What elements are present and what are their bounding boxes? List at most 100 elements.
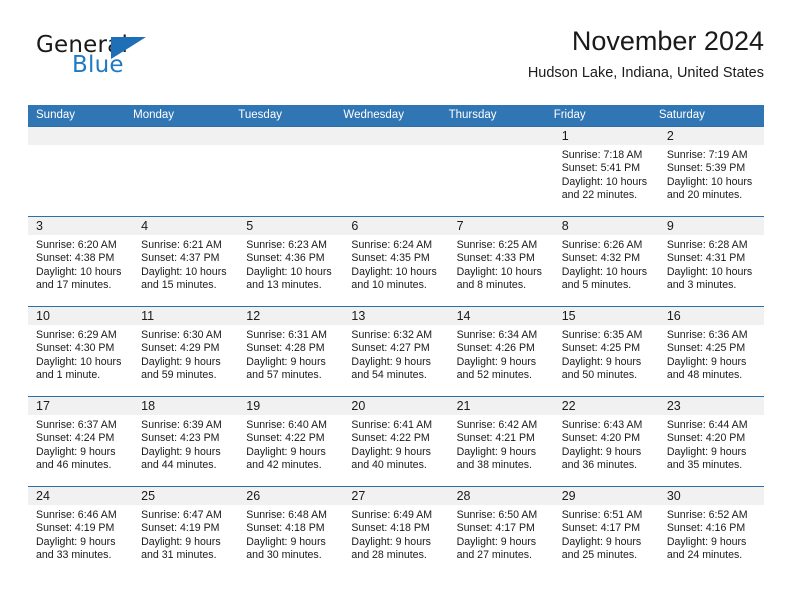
sunset-time: Sunset: 4:38 PM [36, 252, 115, 265]
sunset-time: Sunset: 5:41 PM [561, 162, 641, 175]
day-cell-inner: 18 Sunrise: 6:39 AM Sunset: 4:23 PM Dayligh… [133, 397, 239, 486]
day-cell-inner [238, 127, 344, 216]
daylight-duration: Daylight: 9 hours and 57 minutes. [246, 355, 326, 382]
day-cell-inner: 12 Sunrise: 6:31 AM Sunset: 4:28 PM Dayligh… [238, 307, 344, 396]
day-number: 12 [238, 307, 344, 325]
daylight-duration: Daylight: 9 hours and 27 minutes. [456, 535, 537, 562]
day-number: 4 [133, 217, 239, 235]
weekday-header-saturday: Saturday [658, 105, 764, 127]
weekday-header-row: Sunday Monday Tuesday Wednesday Thursday… [28, 105, 764, 127]
weekday-header-wednesday: Wednesday [343, 105, 449, 127]
daylight-duration: Daylight: 10 hours and 3 minutes. [666, 265, 753, 292]
day-number: 29 [553, 487, 659, 505]
calendar-day-cell[interactable]: 6 Sunrise: 6:24 AM Sunset: 4:35 PM Daylight… [343, 216, 449, 307]
sunrise-time: Sunrise: 6:32 AM [351, 329, 433, 341]
day-cell-inner: 28 Sunrise: 6:50 AM Sunset: 4:17 PM Dayligh… [448, 487, 554, 577]
day-number [28, 127, 134, 145]
calendar-day-cell[interactable]: 26 Sunrise: 6:48 AM Sunset: 4:18 PM Dayligh… [238, 486, 344, 577]
sunrise-time: Sunrise: 6:44 AM [666, 419, 748, 431]
day-cell-inner [133, 127, 239, 216]
calendar-day-cell[interactable]: 12 Sunrise: 6:31 AM Sunset: 4:28 PM Dayligh… [238, 306, 344, 397]
calendar-day-cell[interactable]: 30 Sunrise: 6:52 AM Sunset: 4:16 PM Dayligh… [658, 486, 764, 577]
calendar-day-cell[interactable]: 28 Sunrise: 6:50 AM Sunset: 4:17 PM Dayligh… [448, 486, 554, 577]
sunrise-time: Sunrise: 6:37 AM [36, 419, 117, 431]
daylight-duration: Daylight: 9 hours and 31 minutes. [141, 535, 221, 562]
calendar-day-cell[interactable]: 1 Sunrise: 7:18 AM Sunset: 5:41 PM Daylight… [553, 126, 659, 217]
daylight-duration: Daylight: 9 hours and 54 minutes. [351, 355, 431, 382]
day-number: 11 [133, 307, 239, 325]
sunset-time: Sunset: 4:18 PM [246, 522, 325, 535]
daylight-duration: Daylight: 9 hours and 44 minutes. [141, 445, 221, 472]
sunset-time: Sunset: 4:27 PM [351, 342, 430, 355]
calendar-day-cell[interactable]: 21 Sunrise: 6:42 AM Sunset: 4:21 PM Dayligh… [448, 396, 554, 487]
sunset-time: Sunset: 4:30 PM [36, 342, 115, 355]
calendar-day-cell[interactable]: 24 Sunrise: 6:46 AM Sunset: 4:19 PM Dayligh… [28, 486, 134, 577]
day-details: Sunrise: 6:42 AM Sunset: 4:21 PM Daylight:… [449, 415, 554, 473]
daylight-duration: Daylight: 9 hours and 30 minutes. [246, 535, 326, 562]
sunset-time: Sunset: 4:25 PM [666, 342, 746, 355]
calendar-day-cell[interactable]: 13 Sunrise: 6:32 AM Sunset: 4:27 PM Dayligh… [343, 306, 449, 397]
calendar-day-cell[interactable]: 5 Sunrise: 6:23 AM Sunset: 4:36 PM Daylight… [238, 216, 344, 307]
calendar-day-cell[interactable]: 17 Sunrise: 6:37 AM Sunset: 4:24 PM Dayligh… [28, 396, 134, 487]
calendar-day-cell[interactable]: 8 Sunrise: 6:26 AM Sunset: 4:32 PM Daylight… [553, 216, 659, 307]
daylight-duration: Daylight: 10 hours and 22 minutes. [561, 175, 648, 202]
day-number [343, 127, 449, 145]
daylight-duration: Daylight: 10 hours and 1 minute. [36, 355, 122, 382]
calendar-day-cell[interactable]: 11 Sunrise: 6:30 AM Sunset: 4:29 PM Dayligh… [133, 306, 239, 397]
calendar-day-cell[interactable]: 18 Sunrise: 6:39 AM Sunset: 4:23 PM Dayligh… [133, 396, 239, 487]
calendar-day-cell[interactable]: 2 Sunrise: 7:19 AM Sunset: 5:39 PM Daylight… [658, 126, 764, 217]
calendar-day-cell[interactable]: 15 Sunrise: 6:35 AM Sunset: 4:25 PM Dayligh… [553, 306, 659, 397]
calendar-day-cell[interactable]: 3 Sunrise: 6:20 AM Sunset: 4:38 PM Daylight… [28, 216, 134, 307]
day-number: 21 [448, 397, 554, 415]
sunset-time: Sunset: 4:28 PM [246, 342, 325, 355]
calendar-day-cell[interactable]: 14 Sunrise: 6:34 AM Sunset: 4:26 PM Dayligh… [448, 306, 554, 397]
calendar-day-cell[interactable]: 4 Sunrise: 6:21 AM Sunset: 4:37 PM Daylight… [133, 216, 239, 307]
sunrise-time: Sunrise: 6:28 AM [666, 239, 748, 251]
day-details: Sunrise: 6:20 AM Sunset: 4:38 PM Daylight:… [28, 235, 133, 293]
calendar-day-cell[interactable]: 22 Sunrise: 6:43 AM Sunset: 4:20 PM Dayligh… [553, 396, 659, 487]
day-number: 9 [658, 217, 764, 235]
calendar-week-row: 10 Sunrise: 6:29 AM Sunset: 4:30 PM Dayligh… [28, 306, 764, 397]
sunrise-time: Sunrise: 6:23 AM [246, 239, 327, 251]
sunset-time: Sunset: 4:17 PM [456, 522, 535, 535]
day-details: Sunrise: 7:19 AM Sunset: 5:39 PM Daylight:… [659, 145, 764, 203]
sunset-time: Sunset: 5:39 PM [666, 162, 746, 175]
calendar-day-cell[interactable]: 20 Sunrise: 6:41 AM Sunset: 4:22 PM Dayligh… [343, 396, 449, 487]
day-number: 5 [238, 217, 344, 235]
day-details: Sunrise: 6:28 AM Sunset: 4:31 PM Daylight:… [659, 235, 764, 293]
calendar-day-cell[interactable]: 29 Sunrise: 6:51 AM Sunset: 4:17 PM Dayligh… [553, 486, 659, 577]
day-cell-inner: 17 Sunrise: 6:37 AM Sunset: 4:24 PM Dayligh… [28, 397, 134, 486]
calendar-day-cell[interactable]: 16 Sunrise: 6:36 AM Sunset: 4:25 PM Dayligh… [658, 306, 764, 397]
day-cell-inner: 26 Sunrise: 6:48 AM Sunset: 4:18 PM Dayligh… [238, 487, 344, 577]
day-details: Sunrise: 6:50 AM Sunset: 4:17 PM Daylight:… [449, 505, 554, 563]
day-details: Sunrise: 6:24 AM Sunset: 4:35 PM Daylight:… [343, 235, 448, 293]
calendar-day-cell[interactable]: 25 Sunrise: 6:47 AM Sunset: 4:19 PM Dayligh… [133, 486, 239, 577]
sunset-time: Sunset: 4:22 PM [351, 432, 430, 445]
calendar-day-cell[interactable]: 27 Sunrise: 6:49 AM Sunset: 4:18 PM Dayligh… [343, 486, 449, 577]
page-subtitle-location: Hudson Lake, Indiana, United States [527, 65, 764, 82]
calendar-day-cell[interactable]: 9 Sunrise: 6:28 AM Sunset: 4:31 PM Daylight… [658, 216, 764, 307]
sunset-time: Sunset: 4:21 PM [456, 432, 535, 445]
calendar-week-row: 17 Sunrise: 6:37 AM Sunset: 4:24 PM Dayligh… [28, 396, 764, 487]
sunset-time: Sunset: 4:24 PM [36, 432, 115, 445]
day-details: Sunrise: 6:36 AM Sunset: 4:25 PM Daylight:… [659, 325, 764, 383]
sunset-time: Sunset: 4:20 PM [666, 432, 746, 445]
calendar-day-cell[interactable]: 10 Sunrise: 6:29 AM Sunset: 4:30 PM Dayligh… [28, 306, 134, 397]
day-details: Sunrise: 6:40 AM Sunset: 4:22 PM Daylight:… [238, 415, 343, 473]
sunrise-time: Sunrise: 6:42 AM [456, 419, 538, 431]
page-header: General Blue November 2024 Hudson Lake, … [28, 26, 764, 98]
general-blue-logo[interactable]: General Blue [36, 34, 216, 90]
sunset-time: Sunset: 4:19 PM [141, 522, 220, 535]
calendar-day-cell[interactable]: 7 Sunrise: 6:25 AM Sunset: 4:33 PM Daylight… [448, 216, 554, 307]
day-details: Sunrise: 6:52 AM Sunset: 4:16 PM Daylight:… [659, 505, 764, 563]
day-cell-inner: 4 Sunrise: 6:21 AM Sunset: 4:37 PM Daylight… [133, 217, 239, 306]
sunrise-time: Sunrise: 6:47 AM [141, 509, 222, 521]
daylight-duration: Daylight: 10 hours and 5 minutes. [561, 265, 648, 292]
day-details: Sunrise: 6:31 AM Sunset: 4:28 PM Daylight:… [238, 325, 343, 383]
calendar-day-cell[interactable]: 23 Sunrise: 6:44 AM Sunset: 4:20 PM Dayligh… [658, 396, 764, 487]
calendar-day-cell[interactable]: 19 Sunrise: 6:40 AM Sunset: 4:22 PM Dayligh… [238, 396, 344, 487]
daylight-duration: Daylight: 9 hours and 59 minutes. [141, 355, 221, 382]
day-number: 14 [448, 307, 554, 325]
calendar-empty-cell [448, 126, 554, 217]
day-details: Sunrise: 6:29 AM Sunset: 4:30 PM Daylight:… [28, 325, 133, 383]
